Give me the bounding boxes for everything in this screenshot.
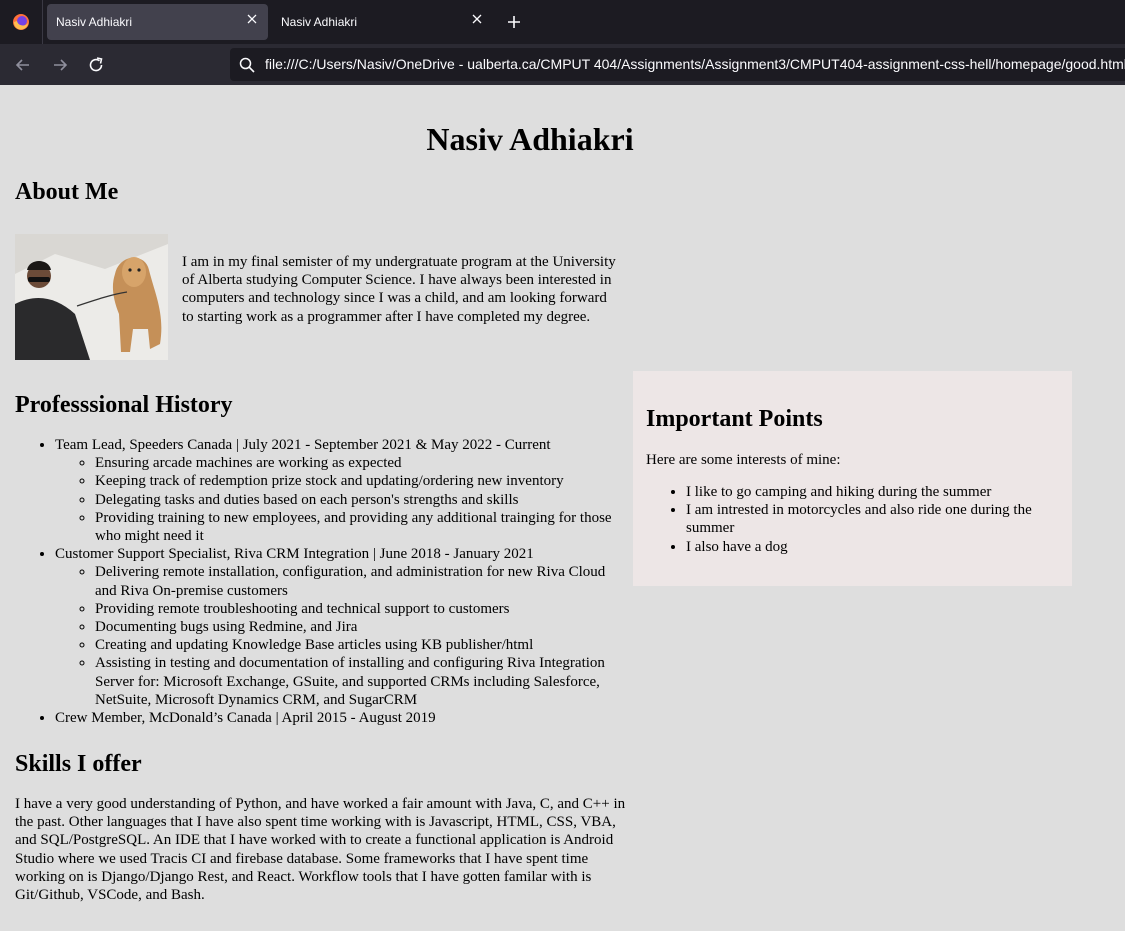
about-heading: About Me [15, 179, 119, 205]
duty-item: Delivering remote installation, configur… [95, 563, 630, 599]
new-tab-plus-icon[interactable] [506, 14, 522, 30]
search-icon [239, 57, 255, 73]
back-arrow-icon[interactable] [14, 56, 32, 74]
point-item: I am intrested in motorcycles and also r… [686, 501, 1056, 537]
history-list: Team Lead, Speeders Canada | July 2021 -… [15, 436, 630, 727]
job-item: Team Lead, Speeders Canada | July 2021 -… [55, 436, 630, 545]
tab-active[interactable]: Nasiv Adhiakri [47, 4, 268, 40]
close-tab-icon[interactable] [246, 13, 258, 25]
job-title: Customer Support Specialist, Riva CRM In… [55, 546, 534, 563]
duty-list: Ensuring arcade machines are working as … [55, 454, 630, 545]
close-tab-icon[interactable] [471, 13, 483, 25]
duty-item: Documenting bugs using Redmine, and Jira [95, 618, 630, 636]
duty-item: Delegating tasks and duties based on eac… [95, 491, 630, 509]
address-bar[interactable]: file:///C:/Users/Nasiv/OneDrive - ualber… [230, 48, 1125, 81]
job-title: Team Lead, Speeders Canada | July 2021 -… [55, 437, 551, 453]
important-points-panel: Important Points Here are some interests… [633, 371, 1072, 586]
point-item: I also have a dog [686, 538, 1056, 556]
points-intro: Here are some interests of mine: [646, 452, 841, 468]
job-item: Customer Support Specialist, Riva CRM In… [55, 545, 630, 709]
profile-photo [15, 234, 168, 360]
duty-item: Providing remote troubleshooting and tec… [95, 600, 630, 618]
forward-arrow-icon[interactable] [51, 56, 69, 74]
points-heading: Important Points [646, 406, 823, 432]
tab-title: Nasiv Adhiakri [56, 15, 133, 29]
duty-list: Delivering remote installation, configur… [55, 563, 630, 709]
duty-item: Providing training to new employees, and… [95, 509, 630, 545]
job-item: Crew Member, McDonald’s Canada | April 2… [55, 709, 630, 727]
firefox-icon[interactable] [0, 0, 43, 44]
points-list: I like to go camping and hiking during t… [646, 483, 1056, 556]
duty-item: Keeping track of redemption prize stock … [95, 472, 630, 490]
about-text: I am in my final semister of my undergra… [182, 254, 616, 325]
page-content: Nasiv Adhiakri About Me I am in my final… [0, 85, 1125, 931]
point-item: I like to go camping and hiking during t… [686, 483, 1056, 501]
browser-tab-bar: Nasiv Adhiakri Nasiv Adhiakri [0, 0, 1125, 44]
browser-nav-bar: file:///C:/Users/Nasiv/OneDrive - ualber… [0, 44, 1125, 85]
history-heading: Professsional History [15, 392, 233, 418]
reload-icon[interactable] [87, 56, 105, 74]
skills-text: I have a very good understanding of Pyth… [15, 796, 626, 904]
job-title: Crew Member, McDonald’s Canada | April 2… [55, 710, 436, 727]
tab-inactive[interactable]: Nasiv Adhiakri [272, 4, 493, 40]
page-title: Nasiv Adhiakri [426, 121, 634, 157]
duty-item: Assisting in testing and documentation o… [95, 654, 630, 709]
duty-item: Creating and updating Knowledge Base art… [95, 636, 630, 654]
skills-heading: Skills I offer [15, 751, 142, 777]
url-text[interactable]: file:///C:/Users/Nasiv/OneDrive - ualber… [265, 56, 1125, 72]
tab-title: Nasiv Adhiakri [281, 15, 358, 29]
duty-item: Ensuring arcade machines are working as … [95, 454, 630, 472]
